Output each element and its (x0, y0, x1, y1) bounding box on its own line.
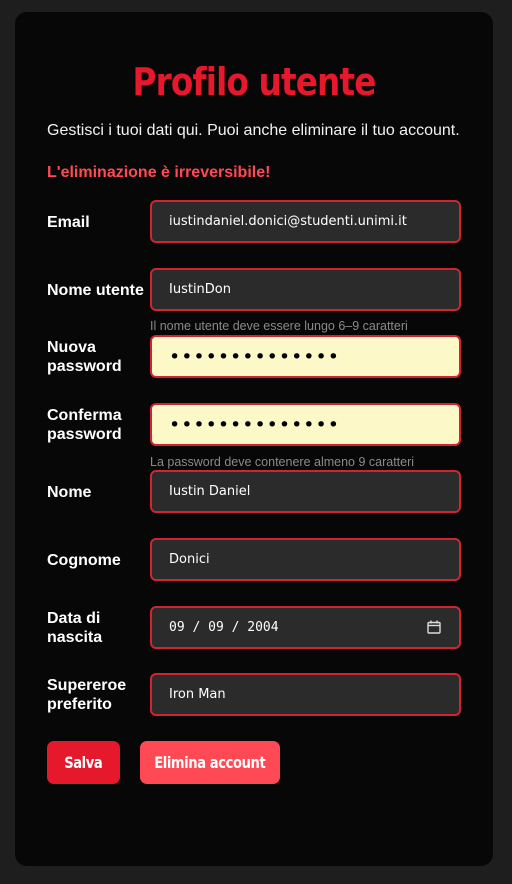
save-button[interactable]: Salva (47, 741, 120, 784)
last-name-label: Cognome (47, 552, 121, 569)
password-hint: La password deve contenere almeno 9 cara… (150, 455, 415, 469)
confirm-password-field[interactable]: •••••••••••••• (150, 403, 461, 446)
birth-date-label: Data di nascita (47, 610, 103, 646)
confirm-password-label: Conferma password (47, 407, 122, 443)
save-button-label: Salva (64, 753, 103, 772)
username-hint: Il nome utente deve essere lungo 6–9 car… (150, 319, 408, 333)
email-field[interactable]: iustindaniel.donici@studenti.unimi.it (150, 200, 461, 243)
first-name-label: Nome (47, 484, 92, 501)
email-label: Email (47, 214, 90, 231)
first-name-field[interactable]: Iustin Daniel (150, 470, 461, 513)
new-password-field[interactable]: •••••••••••••• (150, 335, 461, 378)
warning-text: L'eliminazione è irreversibile! (47, 164, 271, 181)
birth-date-field[interactable]: 09 / 09 / 2004 (150, 606, 461, 649)
superhero-field[interactable]: Iron Man (150, 673, 461, 716)
delete-account-button[interactable]: Elimina account (140, 741, 280, 784)
profile-card: Profilo utente Gestisci i tuoi dati qui.… (15, 12, 493, 866)
page-title: Profilo utente (132, 60, 376, 104)
last-name-field[interactable]: Donici (150, 538, 461, 581)
intro-text: Gestisci i tuoi dati qui. Puoi anche eli… (47, 122, 460, 139)
superhero-label: Supereroe preferito (47, 677, 127, 713)
username-field[interactable]: IustinDon (150, 268, 461, 311)
new-password-label: Nuova password (47, 339, 122, 375)
username-label: Nome utente (47, 282, 144, 299)
birth-date-value: 09 / 09 / 2004 (169, 620, 279, 635)
calendar-icon[interactable] (427, 620, 441, 634)
delete-account-button-label: Elimina account (154, 753, 266, 772)
